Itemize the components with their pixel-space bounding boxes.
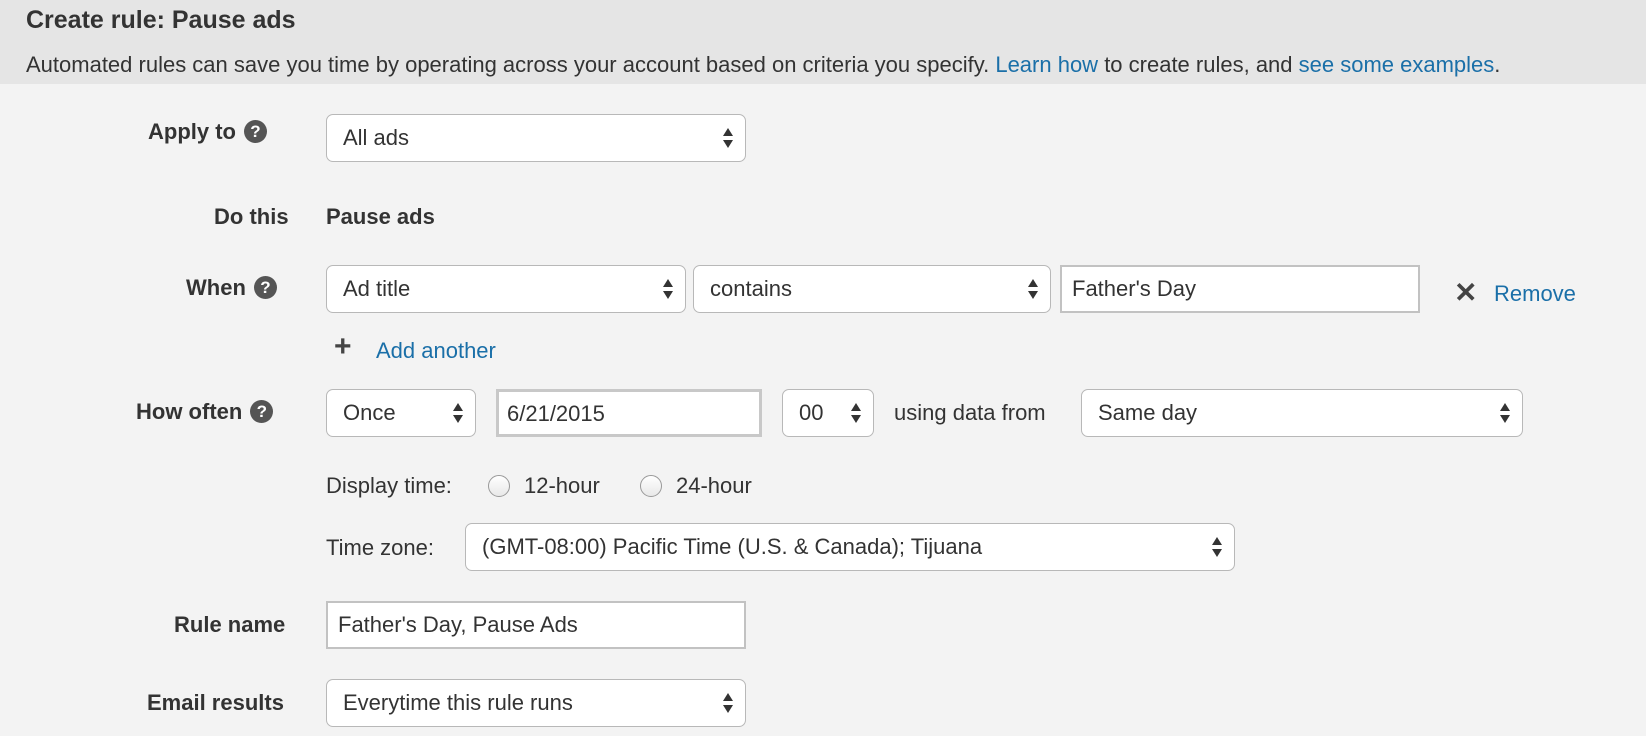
learn-how-link[interactable]: Learn how — [995, 52, 1098, 77]
help-icon[interactable]: ? — [250, 400, 274, 423]
hour-select[interactable]: 00 — [782, 389, 874, 437]
select-arrows-icon — [723, 128, 733, 148]
help-icon[interactable]: ? — [253, 276, 277, 299]
remove-link[interactable]: Remove — [1494, 281, 1576, 307]
do-this-value: Pause ads — [326, 204, 435, 229]
display-time-label: Display time: — [326, 473, 452, 498]
date-input[interactable]: 6/21/2015 — [496, 389, 762, 437]
how-often-label: How often? — [136, 399, 274, 425]
see-examples-link[interactable]: see some examples — [1299, 52, 1495, 77]
radio-12-hour-label[interactable]: 12-hour — [524, 473, 600, 499]
email-results-select[interactable]: Everytime this rule runs — [326, 679, 746, 727]
select-arrows-icon — [1212, 537, 1222, 557]
radio-24-hour-label[interactable]: 24-hour — [676, 473, 752, 499]
apply-to-label: Apply to? — [148, 119, 267, 145]
page-description: Automated rules can save you time by ope… — [26, 52, 1501, 77]
frequency-select[interactable]: Once — [326, 389, 476, 437]
rule-name-input[interactable]: Father's Day, Pause Ads — [326, 601, 746, 649]
rule-name-label: Rule name — [174, 612, 286, 637]
select-arrows-icon — [1500, 403, 1510, 423]
radio-24-hour[interactable] — [640, 475, 662, 497]
email-results-label: Email results — [147, 690, 284, 715]
when-field-select[interactable]: Ad title — [326, 265, 686, 313]
select-arrows-icon — [723, 693, 733, 713]
time-zone-select[interactable]: (GMT-08:00) Pacific Time (U.S. & Canada)… — [465, 523, 1235, 571]
radio-12-hour[interactable] — [488, 475, 510, 497]
help-icon[interactable]: ? — [244, 120, 267, 143]
remove-icon[interactable]: ✕ — [1454, 276, 1477, 309]
using-data-label: using data from — [894, 400, 1046, 425]
data-range-select[interactable]: Same day — [1081, 389, 1523, 437]
when-operator-select[interactable]: contains — [693, 265, 1051, 313]
select-arrows-icon — [453, 403, 463, 423]
do-this-label: Do this — [214, 204, 289, 229]
header: Create rule: Pause ads Automated rules c… — [0, 0, 1646, 84]
page-title: Create rule: Pause ads — [26, 6, 296, 34]
add-another-link[interactable]: Add another — [376, 338, 496, 364]
when-value-input[interactable]: Father's Day — [1060, 265, 1420, 313]
when-label: When? — [186, 275, 277, 301]
time-zone-label: Time zone: — [326, 535, 435, 560]
select-arrows-icon — [663, 279, 673, 299]
apply-to-select[interactable]: All ads — [326, 114, 746, 162]
add-icon[interactable]: + — [334, 330, 352, 364]
select-arrows-icon — [1028, 279, 1038, 299]
select-arrows-icon — [851, 403, 861, 423]
